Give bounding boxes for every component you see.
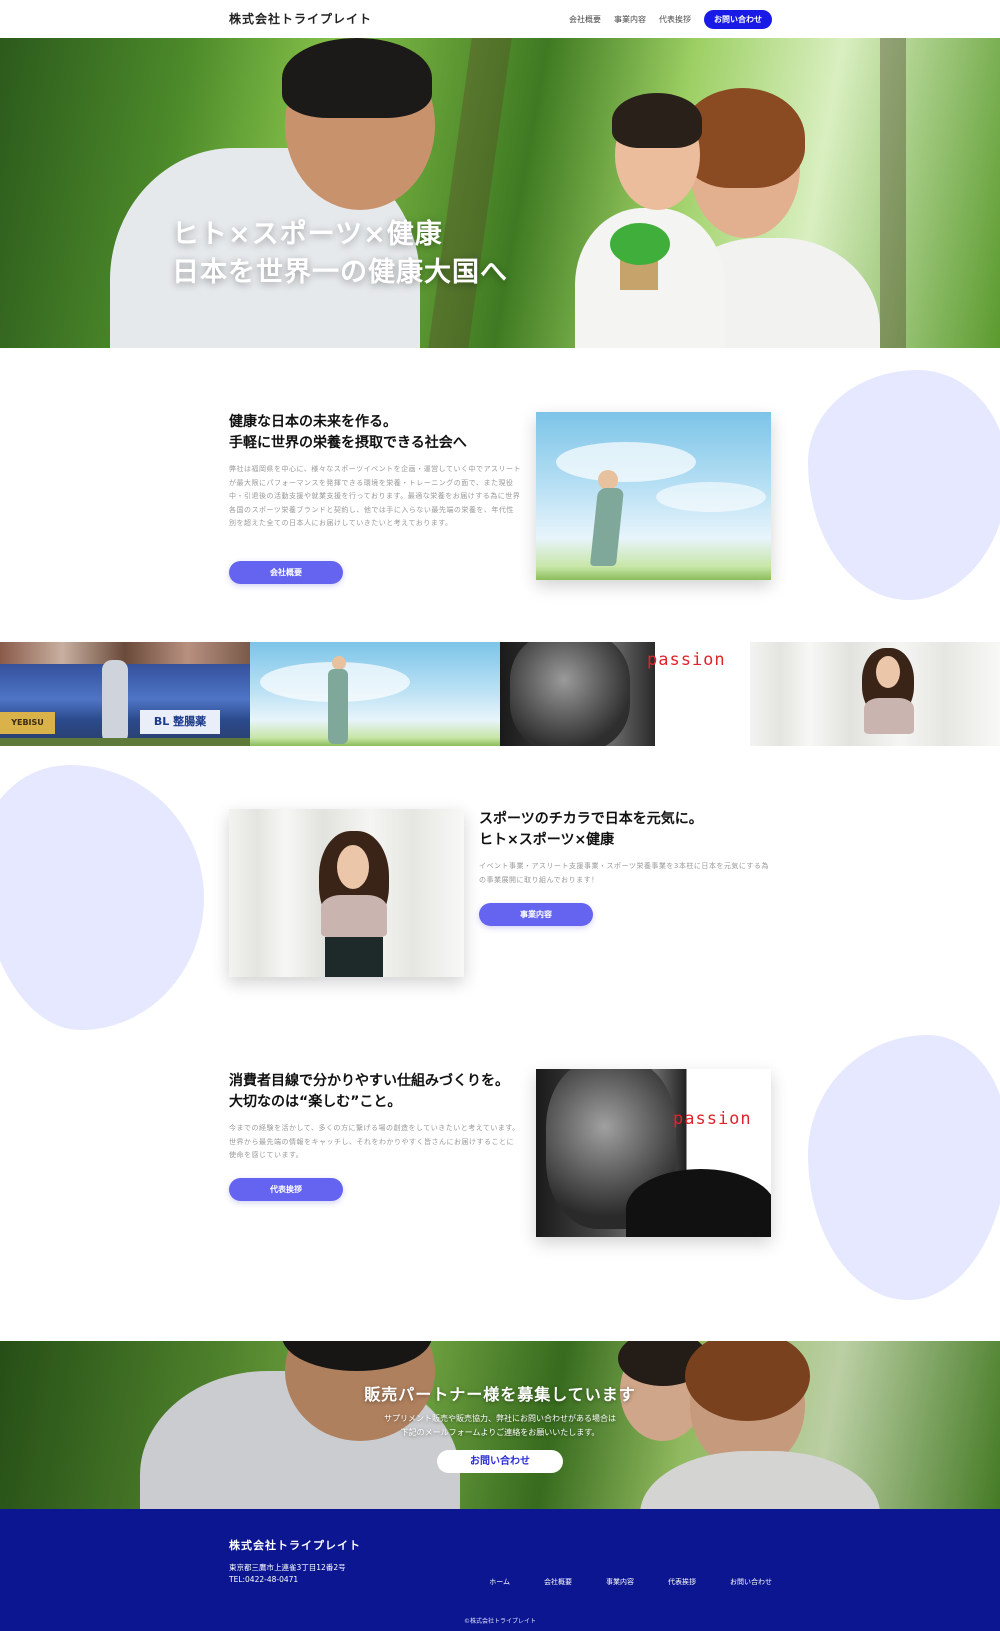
partner-text-line2: 下記のメールフォームよりご連絡をお願いいたします。: [400, 1428, 600, 1437]
partner-title: 販売パートナー様を募集しています: [364, 1385, 636, 1404]
walker-figure: [598, 470, 618, 490]
strip-photo-passion: passion: [500, 642, 750, 746]
footer-address-block: 東京都三鷹市上連雀3丁目12番2号 TEL:0422-48-0471: [229, 1562, 346, 1586]
strip-photo-woman: [750, 642, 1000, 746]
section1-title-line1: 健康な日本の未来を作る。: [229, 414, 397, 430]
site-logo[interactable]: 株式会社トライプレイト: [229, 10, 372, 27]
section2-body: イベント事業・アスリート支援事業・スポーツ栄養事業を3本柱に日本を元気にする為の…: [479, 862, 769, 884]
main-nav: 会社概要 事業内容 代表挨拶 お問い合わせ: [569, 10, 772, 29]
stadium-crowd: [0, 642, 250, 664]
section2-title-line2: ヒト×スポーツ×健康: [479, 832, 615, 848]
company-overview-button[interactable]: 会社概要: [229, 561, 343, 584]
section3-body: 今までの経験を活かして、多くの方に繋げる場の創造をしていきたいと考えています。世…: [229, 1124, 520, 1159]
footer-nav-greeting[interactable]: 代表挨拶: [668, 1577, 696, 1587]
hero-plant-leaves: [610, 223, 670, 265]
site-footer: 株式会社トライプレイト 東京都三鷹市上連雀3丁目12番2号 TEL:0422-4…: [0, 1509, 1000, 1631]
man-face: [510, 642, 630, 746]
section3-title-line1: 消費者目線で分かりやすい仕組みづくりを。: [229, 1073, 509, 1089]
hero-child-hair: [612, 93, 702, 148]
woman-leggings: [325, 937, 383, 977]
decor-blob-right-1: [808, 370, 1000, 600]
passion-text: passion: [647, 650, 726, 670]
walker-body: [589, 488, 625, 566]
woman-top: [321, 895, 387, 937]
batter-figure: [102, 660, 128, 744]
nav-contact-button[interactable]: お問い合わせ: [704, 10, 772, 29]
section1-title-line2: 手軽に世界の栄養を摂取できる社会へ: [229, 435, 467, 451]
section3-title-line2: 大切なのは“楽しむ”こと。: [229, 1094, 402, 1110]
footer-tel: TEL:0422-48-0471: [229, 1575, 299, 1584]
cloud: [556, 442, 696, 482]
section3-photo: passion: [536, 1069, 771, 1237]
walker-figure: [332, 656, 346, 670]
nav-business[interactable]: 事業内容: [614, 14, 646, 25]
footer-nav-home[interactable]: ホーム: [489, 1577, 510, 1587]
partner-contact-button[interactable]: お問い合わせ: [437, 1450, 563, 1473]
woman-face: [876, 656, 900, 688]
hero-headline: ヒト×スポーツ×健康 日本を世界一の健康大国へ: [172, 216, 508, 292]
greeting-button[interactable]: 代表挨拶: [229, 1178, 343, 1201]
site-header: 株式会社トライプレイト 会社概要 事業内容 代表挨拶 お問い合わせ: [0, 0, 1000, 38]
footer-company-name: 株式会社トライプレイト: [229, 1539, 361, 1552]
stadium-banner: YEBISU: [0, 712, 55, 734]
business-button[interactable]: 事業内容: [479, 903, 593, 926]
passion-text: passion: [673, 1109, 752, 1129]
stadium-banner: BL 整腸薬: [140, 710, 220, 734]
woman-top: [864, 698, 914, 734]
footer-nav-business[interactable]: 事業内容: [606, 1577, 634, 1587]
section1-title: 健康な日本の未来を作る。 手軽に世界の栄養を摂取できる社会へ: [229, 412, 467, 454]
nav-company[interactable]: 会社概要: [569, 14, 601, 25]
photo-strip: YEBISU BL 整腸薬 passion: [0, 642, 1000, 746]
strip-photo-baseball: YEBISU BL 整腸薬: [0, 642, 250, 746]
nav-greeting[interactable]: 代表挨拶: [659, 14, 691, 25]
hero-headline-line1: ヒト×スポーツ×健康: [172, 219, 443, 250]
hero-image: ヒト×スポーツ×健康 日本を世界一の健康大国へ: [0, 38, 1000, 348]
section1-body: 弊社は福岡県を中心に、様々なスポーツイベントを企画・運営していく中でアスリートが…: [229, 465, 521, 527]
strip-photo-walker: [250, 642, 500, 746]
copyright: ©株式会社トライプレイト: [463, 1618, 536, 1625]
partner-text-line1: サプリメント販売や販売協力、弊社にお問い合わせがある場合は: [384, 1414, 616, 1423]
hero-tree-trunk: [428, 38, 512, 348]
section2-title-line1: スポーツのチカラで日本を元気に。: [479, 811, 703, 827]
section3-title: 消費者目線で分かりやすい仕組みづくりを。 大切なのは“楽しむ”こと。: [229, 1071, 509, 1113]
footer-nav-company[interactable]: 会社概要: [544, 1577, 572, 1587]
section1-photo: [536, 412, 771, 580]
section2-title: スポーツのチカラで日本を元気に。 ヒト×スポーツ×健康: [479, 809, 703, 851]
decor-blob-right-2: [808, 1035, 1000, 1300]
hero-father-hair: [282, 38, 432, 118]
footer-nav-contact[interactable]: お問い合わせ: [730, 1577, 772, 1587]
hero-headline-line2: 日本を世界一の健康大国へ: [172, 257, 508, 288]
field-ground: [0, 738, 250, 746]
cloud: [656, 482, 766, 512]
section2-photo: [229, 809, 464, 977]
partner-text: サプリメント販売や販売協力、弊社にお問い合わせがある場合は 下記のメールフォーム…: [0, 1412, 1000, 1440]
walker-body: [328, 669, 348, 744]
woman-face: [337, 845, 369, 889]
footer-nav: ホーム 会社概要 事業内容 代表挨拶 お問い合わせ: [489, 1577, 772, 1587]
footer-address: 東京都三鷹市上連雀3丁目12番2号: [229, 1563, 346, 1572]
hero-tree-trunk: [880, 38, 906, 348]
partner-banner: 販売パートナー様を募集しています サプリメント販売や販売協力、弊社にお問い合わせ…: [0, 1341, 1000, 1509]
decor-blob-left: [0, 765, 204, 1030]
